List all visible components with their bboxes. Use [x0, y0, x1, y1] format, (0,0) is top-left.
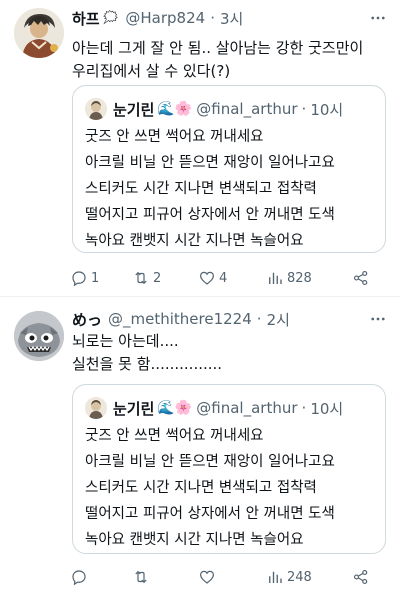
quoted-handle: @final_arthur [196, 100, 298, 118]
tweet-text-line: 뇌로는 아는데.... [72, 332, 179, 350]
action-bar: 248 [66, 565, 388, 589]
action-bar: 1 2 4 828 [66, 266, 388, 290]
quoted-text-line: 녹아요 캔뱃지 시간 지나면 녹슬어요 [85, 532, 304, 548]
timestamp[interactable]: 2시 [267, 309, 290, 330]
quoted-tweet[interactable]: 눈기린 🌊🌸 @final_arthur · 10시 굿즈 안 쓰면 썩어요 꺼… [72, 384, 386, 554]
quoted-text-line: 떨어지고 피규어 상자에서 안 꺼내면 도색 [85, 207, 335, 223]
quoted-tweet-text: 굿즈 안 쓰면 썩어요 꺼내세요 아크릴 비닐 안 뜯으면 재앙이 일어나고요 … [85, 124, 335, 254]
separator-dot: · [210, 9, 215, 27]
handle[interactable]: @_methithere1224 [108, 310, 252, 328]
reply-button[interactable] [70, 565, 91, 589]
more-button[interactable] [368, 8, 388, 28]
quoted-handle: @final_arthur [196, 399, 298, 417]
retweet-button[interactable]: 2 [132, 266, 161, 290]
quoted-tweet-header: 눈기린 🌊🌸 @final_arthur · 10시 [85, 395, 343, 421]
separator-dot: · [301, 399, 307, 417]
timestamp[interactable]: 3시 [220, 8, 243, 29]
reply-button[interactable]: 1 [70, 266, 99, 290]
avatar[interactable] [14, 8, 64, 58]
quoted-display-name: 눈기린 [113, 100, 155, 119]
quoted-tweet[interactable]: 눈기린 🌊🌸 @final_arthur · 10시 굿즈 안 쓰면 썩어요 꺼… [72, 85, 386, 253]
views-count: 828 [287, 270, 312, 286]
like-button[interactable] [198, 565, 219, 589]
retweet-icon [135, 271, 147, 285]
more-button[interactable] [368, 309, 388, 329]
retweet-count: 2 [153, 270, 162, 286]
quoted-text-line: 굿즈 안 쓰면 썩어요 꺼내세요 [85, 129, 264, 145]
quoted-text-line: 아크릴 비닐 안 뜯으면 재앙이 일어나고요 [85, 155, 335, 171]
quoted-avatar [85, 397, 107, 419]
name-emoji: 🗯 [101, 10, 120, 26]
quoted-tweet-text: 굿즈 안 쓰면 썩어요 꺼내세요 아크릴 비닐 안 뜯으면 재앙이 일어나고요 … [85, 423, 335, 553]
views-icon [269, 571, 282, 583]
reply-icon [72, 570, 86, 586]
views-button[interactable]: 248 [266, 565, 312, 589]
separator-dot: · [301, 100, 307, 118]
tweet[interactable]: 하프 🗯 @Harp824 · 3시 아는데 그게 잘 안 됨.. 살아남는 강… [0, 0, 400, 297]
tweet-text-line: 아는데 그게 잘 안 됨.. 살아남는 강한 굿즈만이 [72, 39, 364, 57]
more-icon [371, 16, 385, 20]
like-icon [200, 570, 214, 584]
quoted-text-line: 아크릴 비닐 안 뜯으면 재앙이 일어나고요 [85, 454, 335, 470]
quoted-timestamp: 10시 [310, 399, 344, 418]
retweet-icon [135, 570, 147, 584]
quoted-text-line: 스티커도 시간 지나면 변색되고 접착력 [85, 480, 317, 496]
views-button[interactable]: 828 [266, 266, 312, 290]
like-icon [200, 271, 214, 285]
display-name[interactable]: 하프 [72, 8, 100, 29]
display-name[interactable]: めっ [72, 309, 102, 330]
tweet-text-line: 실천을 못 함............... [72, 355, 223, 373]
views-count: 248 [287, 569, 312, 585]
tweet-text-line: 우리집에서 살 수 있다(?) [72, 62, 231, 80]
quoted-timestamp: 10시 [310, 100, 344, 119]
quoted-text-line: 스티커도 시간 지나면 변색되고 접착력 [85, 181, 317, 197]
tweet[interactable]: めっ @_methithere1224 · 2시 뇌로는 아는데.... 실천을… [0, 297, 400, 595]
tweet-header: 하프 🗯 @Harp824 · 3시 [72, 6, 243, 30]
reply-icon [72, 271, 86, 287]
quoted-text-line: 녹아요 캔뱃지 시간 지나면 녹슬어요 [85, 233, 304, 249]
like-button[interactable]: 4 [198, 266, 227, 290]
retweet-button[interactable] [132, 565, 153, 589]
reply-count: 1 [91, 270, 100, 286]
views-icon [269, 272, 282, 284]
tweet-text: 아는데 그게 잘 안 됨.. 살아남는 강한 굿즈만이 우리집에서 살 수 있다… [72, 37, 388, 83]
share-icon [353, 569, 368, 585]
share-button[interactable] [352, 565, 370, 589]
quoted-text-line: 떨어지고 피규어 상자에서 안 꺼내면 도색 [85, 506, 335, 522]
more-icon [371, 317, 385, 321]
separator-dot: · [256, 310, 262, 328]
quoted-text-line: 굿즈 안 쓰면 썩어요 꺼내세요 [85, 428, 264, 444]
quoted-name-emojis: 🌊🌸 [157, 400, 193, 416]
avatar[interactable] [14, 311, 64, 361]
quoted-display-name: 눈기린 [113, 399, 155, 418]
tweet-header: めっ @_methithere1224 · 2시 [72, 307, 290, 331]
share-button[interactable] [352, 266, 370, 290]
quoted-avatar [85, 98, 107, 120]
share-icon [353, 270, 368, 286]
quoted-name-emojis: 🌊🌸 [157, 101, 193, 117]
handle[interactable]: @Harp824 [125, 9, 205, 27]
quoted-tweet-header: 눈기린 🌊🌸 @final_arthur · 10시 [85, 96, 343, 122]
tweet-text: 뇌로는 아는데.... 실천을 못 함............... [72, 330, 388, 376]
like-count: 4 [219, 270, 228, 286]
